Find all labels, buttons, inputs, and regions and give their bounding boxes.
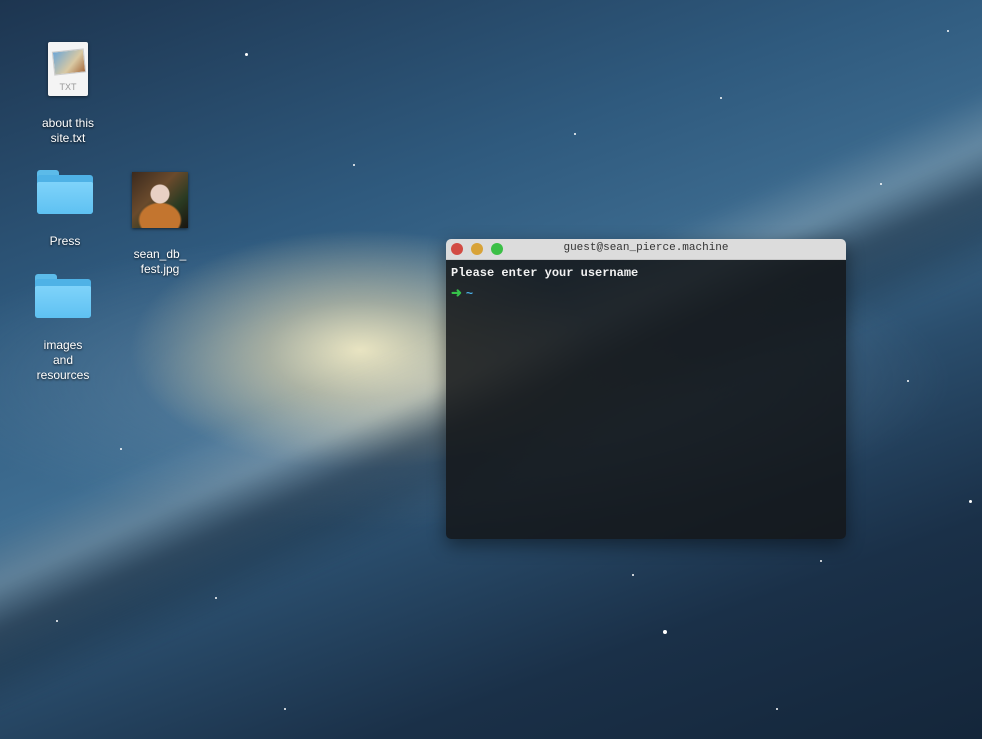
image-thumbnail-icon [132, 172, 188, 228]
star [120, 448, 122, 450]
text-document-icon: TXT [48, 42, 88, 96]
folder-icon [37, 170, 93, 214]
arrow-right-icon: ➜ [451, 286, 462, 301]
terminal-body[interactable]: Please enter your username ➜ ~ [446, 260, 846, 539]
star [56, 620, 58, 622]
terminal-output-line: Please enter your username [451, 266, 639, 280]
desktop-icon-sean-db-fest[interactable]: sean_db_ fest.jpg [115, 172, 205, 277]
star [353, 164, 355, 166]
star [880, 183, 882, 185]
star [776, 708, 778, 710]
desktop-icon-label: about this site.txt [41, 116, 95, 145]
desktop-icon-label: sean_db_ fest.jpg [133, 247, 187, 276]
prompt-path: ~ [465, 287, 474, 301]
terminal-title: guest@sean_pierce.machine [563, 242, 729, 254]
star [245, 53, 248, 56]
desktop-icon-about-this-site[interactable]: TXT about this site.txt [23, 42, 113, 146]
document-preview-image [51, 48, 87, 76]
star [907, 380, 909, 382]
file-extension-badge: TXT [59, 82, 77, 92]
star [820, 560, 822, 562]
desktop-icon-label: Press [49, 234, 81, 248]
star [663, 630, 667, 634]
star [632, 574, 634, 576]
desktop-icon-press[interactable]: Press [20, 170, 110, 249]
terminal-titlebar[interactable]: guest@sean_pierce.machine [446, 239, 846, 260]
star [574, 133, 576, 135]
star [969, 500, 972, 503]
desktop-icon-label: images and resources [36, 338, 90, 382]
terminal-window[interactable]: guest@sean_pierce.machine Please enter y… [446, 239, 846, 539]
star [284, 708, 286, 710]
star [720, 97, 722, 99]
terminal-prompt[interactable]: ➜ ~ [451, 286, 841, 306]
desktop-icon-images-and-resources[interactable]: images and resources [18, 274, 108, 383]
star [947, 30, 949, 32]
star [215, 597, 217, 599]
folder-icon [35, 274, 91, 318]
